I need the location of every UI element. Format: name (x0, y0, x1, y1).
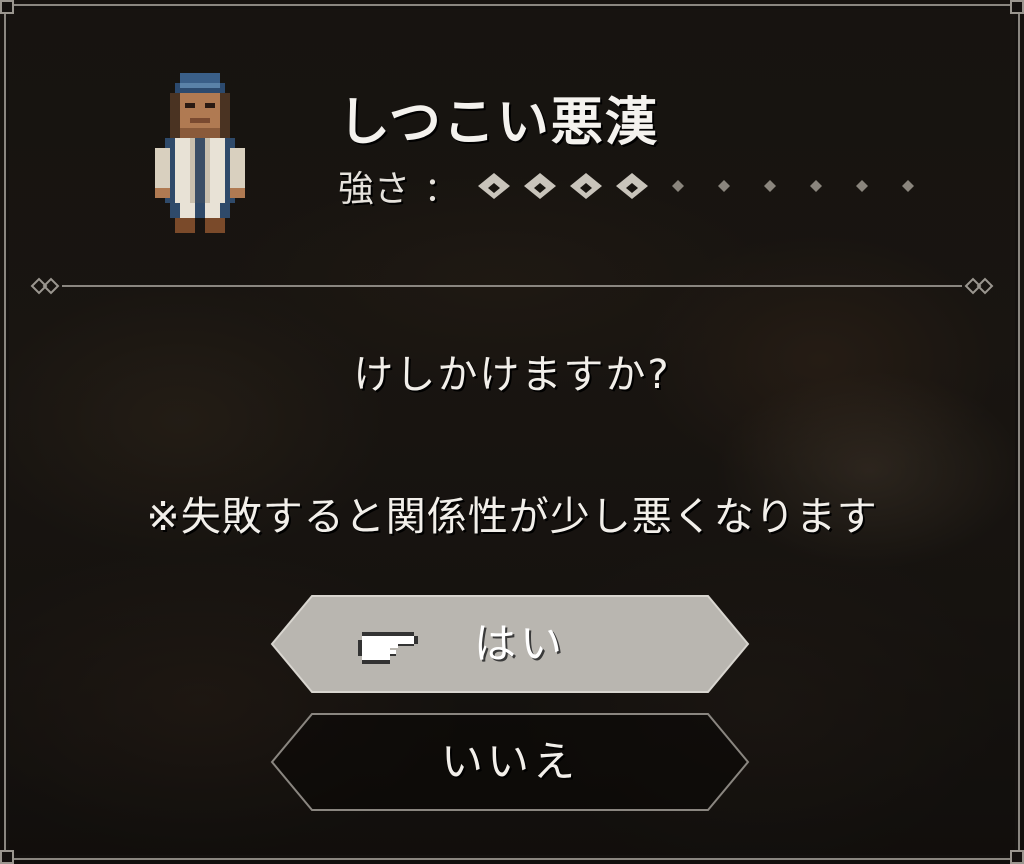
strength-separator: ： (424, 169, 459, 210)
strength-pip-empty (764, 180, 777, 192)
yes-button[interactable]: はい (270, 594, 750, 694)
enemy-portrait (155, 73, 245, 233)
section-divider (30, 277, 994, 295)
strength-pip-filled (570, 173, 603, 199)
strength-pip-empty (718, 180, 731, 192)
game-background: しつこい悪漢 強さ ： けしかけますか? ※失敗すると関係性が少し悪くなります (0, 0, 1024, 864)
no-button-label: いいえ (440, 737, 579, 786)
strength-pip-filled (478, 173, 511, 199)
strength-row: 強さ ： (338, 162, 932, 210)
strength-pip-filled (524, 173, 557, 199)
strength-pip-filled (616, 173, 649, 199)
question-text: けしかけますか? (353, 352, 671, 398)
strength-pip-empty (856, 180, 869, 192)
no-button[interactable]: いいえ (270, 712, 750, 812)
warning-text: ※失敗すると関係性が少し悪くなります (146, 494, 878, 540)
yes-button-label: はい (473, 619, 566, 668)
strength-label: 強さ (338, 169, 411, 210)
dialog-content: しつこい悪漢 強さ ： けしかけますか? ※失敗すると関係性が少し悪くなります (0, 0, 1024, 864)
strength-pip-empty (810, 180, 823, 192)
strength-pip-empty (902, 180, 915, 192)
strength-meter (478, 173, 915, 199)
enemy-name: しつこい悪漢 (338, 93, 659, 153)
strength-pip-empty (672, 180, 685, 192)
